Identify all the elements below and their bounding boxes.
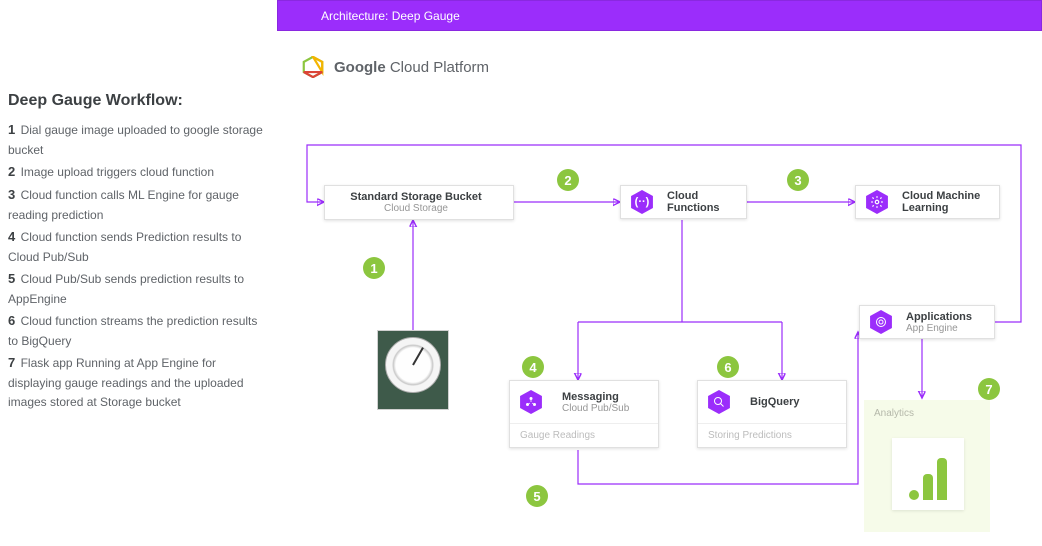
step-2: 2 Image upload triggers cloud function: [8, 162, 264, 183]
architecture-diagram: Architecture: Deep Gauge Google Cloud Pl…: [277, 0, 1042, 546]
step-7: 7 Flask app Running at App Engine for di…: [8, 353, 264, 412]
step-1: 1 Dial gauge image uploaded to google st…: [8, 120, 264, 160]
ml-icon: [864, 189, 890, 215]
pubsub-icon: [518, 389, 544, 415]
badge-7: 7: [978, 378, 1000, 400]
diagram-header: Architecture: Deep Gauge: [277, 0, 1042, 31]
step-5: 5 Cloud Pub/Sub sends prediction results…: [8, 269, 264, 309]
functions-icon: (··): [629, 189, 655, 215]
gauge-dial-icon: [385, 337, 441, 393]
analytics-box: Analytics: [864, 400, 990, 532]
node-messaging: Messaging Cloud Pub/Sub Gauge Readings: [509, 380, 659, 448]
node-functions: (··) Cloud Functions: [620, 185, 747, 219]
appengine-icon: [868, 309, 894, 335]
badge-3: 3: [787, 169, 809, 191]
step-3: 3 Cloud function calls ML Engine for gau…: [8, 185, 264, 225]
badge-4: 4: [522, 356, 544, 378]
bigquery-icon: [706, 389, 732, 415]
workflow-sidebar: Deep Gauge Workflow: 1 Dial gauge image …: [8, 92, 264, 414]
gauge-image: [377, 330, 449, 410]
node-storage: Standard Storage Bucket Cloud Storage: [324, 185, 514, 220]
sidebar-title: Deep Gauge Workflow:: [8, 92, 264, 110]
step-6: 6 Cloud function streams the prediction …: [8, 311, 264, 351]
analytics-chart-icon: [892, 438, 964, 510]
gcp-logo: Google Cloud Platform: [302, 56, 489, 78]
node-bigquery: BigQuery Storing Predictions: [697, 380, 847, 448]
node-apps: Applications App Engine: [859, 305, 995, 339]
badge-6: 6: [717, 356, 739, 378]
badge-5: 5: [526, 485, 548, 507]
badge-2: 2: [557, 169, 579, 191]
gcp-text: Google Cloud Platform: [334, 59, 489, 76]
node-ml: Cloud Machine Learning: [855, 185, 1000, 219]
diagram-canvas: Standard Storage Bucket Cloud Storage (·…: [277, 100, 1042, 546]
step-4: 4 Cloud function sends Prediction result…: [8, 227, 264, 267]
gcp-hex-icon: [302, 56, 324, 78]
badge-1: 1: [363, 257, 385, 279]
